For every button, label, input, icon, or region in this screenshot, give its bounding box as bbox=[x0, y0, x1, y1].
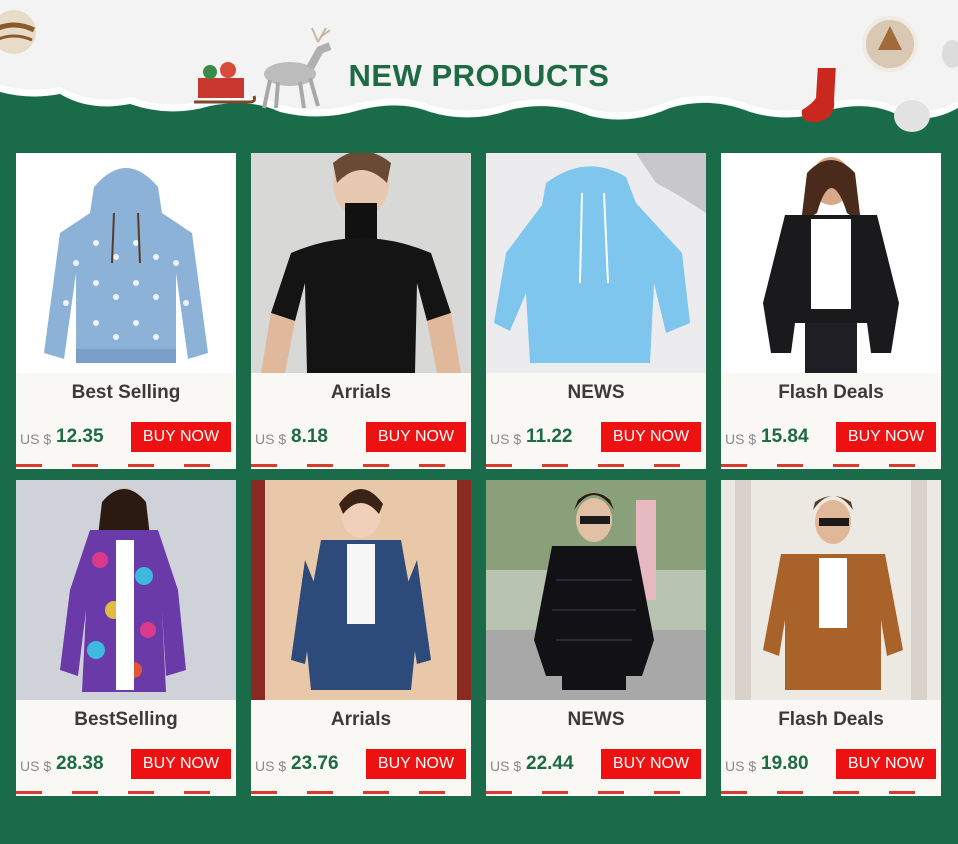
product-image-denim-jacket[interactable] bbox=[251, 480, 471, 700]
product-name[interactable]: Arrials bbox=[251, 382, 471, 404]
product-price: 22.44 bbox=[526, 753, 574, 774]
currency-label: US $ bbox=[490, 431, 522, 447]
product-image-puffer-jacket[interactable] bbox=[486, 480, 706, 700]
buy-now-button[interactable]: BUY NOW bbox=[131, 422, 231, 452]
buy-now-button[interactable]: BUY NOW bbox=[836, 422, 936, 452]
product-price: 19.80 bbox=[761, 753, 809, 774]
product-name[interactable]: Best Selling bbox=[16, 382, 236, 404]
product-card[interactable]: BestSelling US $ 28.38 BUY NOW bbox=[16, 480, 236, 796]
product-image-moto-jacket[interactable] bbox=[721, 153, 941, 373]
currency-label: US $ bbox=[490, 758, 522, 774]
currency-label: US $ bbox=[255, 431, 287, 447]
dashed-divider bbox=[721, 464, 941, 467]
product-image-teddy-jacket[interactable] bbox=[721, 480, 941, 700]
product-card[interactable]: Best Selling US $ 12.35 BUY NOW bbox=[16, 153, 236, 469]
product-image-turtleneck[interactable] bbox=[251, 153, 471, 373]
product-price: 12.35 bbox=[56, 426, 104, 447]
banner: NEW PRODUCTS bbox=[0, 0, 958, 140]
currency-label: US $ bbox=[20, 431, 52, 447]
product-image-hoodie[interactable] bbox=[16, 153, 236, 373]
product-card[interactable]: Arrials US $ 23.76 BUY NOW bbox=[251, 480, 471, 796]
currency-label: US $ bbox=[255, 758, 287, 774]
product-name[interactable]: NEWS bbox=[486, 382, 706, 404]
product-card[interactable]: NEWS US $ 11.22 BUY NOW bbox=[486, 153, 706, 469]
dashed-divider bbox=[16, 464, 236, 467]
product-name[interactable]: Flash Deals bbox=[721, 382, 941, 404]
product-price: 15.84 bbox=[761, 426, 809, 447]
section-title: NEW PRODUCTS bbox=[348, 58, 610, 93]
dashed-divider bbox=[251, 464, 471, 467]
dashed-divider bbox=[16, 791, 236, 794]
product-card[interactable]: Flash Deals US $ 15.84 BUY NOW bbox=[721, 153, 941, 469]
product-price: 11.22 bbox=[526, 426, 573, 447]
dashed-divider bbox=[721, 791, 941, 794]
product-price: 8.18 bbox=[291, 426, 328, 447]
product-image-fleece-hoodie[interactable] bbox=[486, 153, 706, 373]
product-price: 28.38 bbox=[56, 753, 104, 774]
buy-now-button[interactable]: BUY NOW bbox=[366, 422, 466, 452]
product-price: 23.76 bbox=[291, 753, 339, 774]
buy-now-button[interactable]: BUY NOW bbox=[836, 749, 936, 779]
product-image-floral-coat[interactable] bbox=[16, 480, 236, 700]
dashed-divider bbox=[486, 791, 706, 794]
product-card[interactable]: NEWS US $ 22.44 BUY NOW bbox=[486, 480, 706, 796]
product-name[interactable]: BestSelling bbox=[16, 709, 236, 731]
buy-now-button[interactable]: BUY NOW bbox=[601, 749, 701, 779]
product-card[interactable]: Arrials US $ 8.18 BUY NOW bbox=[251, 153, 471, 469]
product-name[interactable]: NEWS bbox=[486, 709, 706, 731]
currency-label: US $ bbox=[725, 431, 757, 447]
buy-now-button[interactable]: BUY NOW bbox=[366, 749, 466, 779]
buy-now-button[interactable]: BUY NOW bbox=[131, 749, 231, 779]
dashed-divider bbox=[486, 464, 706, 467]
currency-label: US $ bbox=[20, 758, 52, 774]
product-card[interactable]: Flash Deals US $ 19.80 BUY NOW bbox=[721, 480, 941, 796]
product-name[interactable]: Flash Deals bbox=[721, 709, 941, 731]
buy-now-button[interactable]: BUY NOW bbox=[601, 422, 701, 452]
currency-label: US $ bbox=[725, 758, 757, 774]
dashed-divider bbox=[251, 791, 471, 794]
product-name[interactable]: Arrials bbox=[251, 709, 471, 731]
